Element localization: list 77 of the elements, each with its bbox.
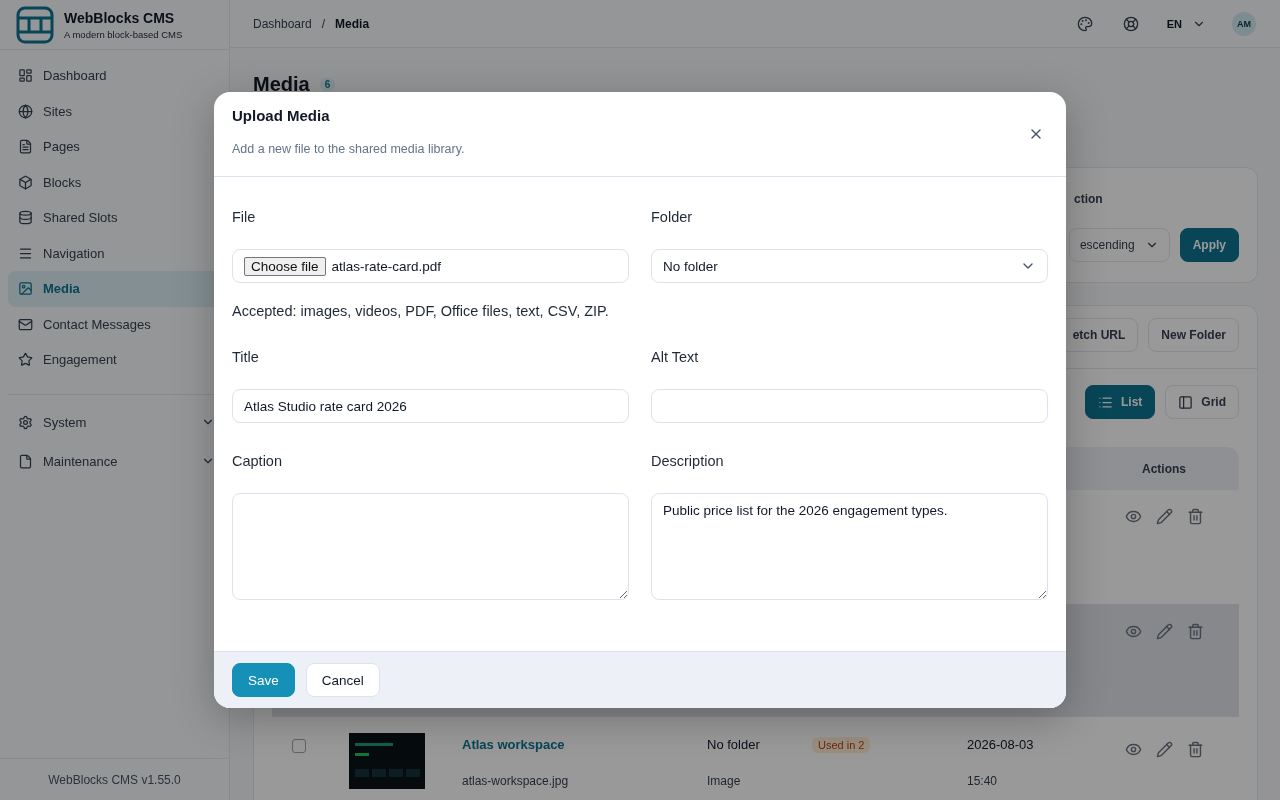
view-toggle[interactable]: List <box>1085 385 1156 419</box>
dialog-subtitle: Add a new file to the shared media library. <box>232 142 466 156</box>
list-icon <box>1098 394 1113 410</box>
nav-icon <box>18 68 33 84</box>
eye-icon[interactable] <box>1124 508 1142 525</box>
row-checkbox[interactable] <box>292 739 306 753</box>
view-toggle[interactable]: Grid <box>1165 385 1239 419</box>
nav-icon <box>18 352 33 368</box>
nav-icon <box>18 139 33 155</box>
text-area[interactable]: Public price list for the 2026 engagement types. <box>651 493 1048 600</box>
date-text: 2026-08-03 <box>967 737 1035 752</box>
language-selector[interactable]: EN <box>1166 17 1182 30</box>
panel-icon <box>1178 394 1194 410</box>
field-label: Description <box>651 453 725 471</box>
text-field[interactable] <box>651 389 1048 423</box>
sort-select[interactable]: escending <box>1068 228 1170 262</box>
brand-tagline: A modern block-based CMS <box>64 28 183 40</box>
group-icon <box>18 453 33 469</box>
media-title-link[interactable]: Atlas workspace <box>462 737 707 752</box>
dialog-title: Upload Media <box>232 107 331 124</box>
nav-icon <box>18 245 33 261</box>
pencil-icon[interactable] <box>1155 508 1173 525</box>
type-text: Image <box>707 774 742 788</box>
avatar[interactable]: AM <box>1232 11 1256 36</box>
sidebar-group[interactable]: System <box>0 402 229 442</box>
palette-icon[interactable] <box>1076 15 1093 32</box>
file-name: atlas-workspace.jpg <box>462 774 570 788</box>
logo-icon <box>16 5 54 44</box>
sidebar-item[interactable]: Shared Slots <box>8 200 221 236</box>
field-label: Folder <box>651 209 694 227</box>
sidebar-item[interactable]: Dashboard <box>8 58 221 94</box>
sidebar-item[interactable]: Sites <box>8 93 221 129</box>
text-field[interactable]: Atlas Studio rate card 2026 <box>232 389 629 423</box>
group-icon <box>18 414 33 430</box>
pencil-icon[interactable] <box>1155 741 1173 758</box>
time-text: 15:40 <box>967 774 999 788</box>
usage-badge: Used in 2 <box>812 737 871 753</box>
column-header: Actions <box>1141 461 1187 476</box>
help-icon[interactable] <box>1122 15 1139 32</box>
eye-icon[interactable] <box>1124 623 1142 640</box>
nav-icon <box>18 316 33 332</box>
folder-select[interactable]: No folder <box>651 249 1048 283</box>
field-label: Title <box>232 349 260 367</box>
version-text: WebBlocks CMS v1.55.0 <box>0 758 229 800</box>
page-title: Media <box>253 72 310 96</box>
count-badge: 6 <box>319 77 336 91</box>
nav-icon <box>18 281 33 297</box>
breadcrumb-item[interactable]: Media <box>335 16 370 31</box>
breadcrumb-separator: / <box>321 16 326 31</box>
field-label: Alt Text <box>651 349 700 367</box>
sidebar-item[interactable]: Engagement <box>8 342 221 378</box>
nav-icon <box>18 210 33 226</box>
trash-icon[interactable] <box>1186 508 1204 525</box>
file-name: atlas-rate-card.pdf <box>331 258 442 274</box>
field-label: Caption <box>232 453 283 471</box>
pencil-icon[interactable] <box>1155 623 1173 640</box>
sidebar-item[interactable]: Navigation <box>8 235 221 271</box>
brand-name: WebBlocks CMS <box>64 9 176 26</box>
filter-label: ction <box>1074 192 1104 206</box>
eye-icon[interactable] <box>1124 741 1142 758</box>
file-field[interactable]: Choose file atlas-rate-card.pdf <box>232 249 629 283</box>
apply-button[interactable]: Apply <box>1179 228 1239 262</box>
toolbar-button[interactable]: New Folder <box>1148 318 1239 352</box>
sidebar-item[interactable]: Blocks <box>8 164 221 200</box>
breadcrumb-item[interactable]: Dashboard <box>253 16 312 31</box>
nav-icon <box>18 103 33 119</box>
sidebar-item[interactable]: Pages <box>8 129 221 165</box>
help-text: Accepted: images, videos, PDF, Office files, text, CSV, ZIP. <box>232 303 610 319</box>
save-button[interactable]: Save <box>232 663 295 697</box>
nav-icon <box>18 174 33 190</box>
choose-file-button[interactable]: Choose file <box>244 256 326 276</box>
folder-text: No folder <box>707 737 761 752</box>
cancel-button[interactable]: Cancel <box>305 663 380 697</box>
trash-icon[interactable] <box>1186 741 1204 758</box>
field-label: File <box>232 209 257 227</box>
trash-icon[interactable] <box>1186 623 1204 640</box>
sidebar-group[interactable]: Maintenance <box>0 441 229 481</box>
